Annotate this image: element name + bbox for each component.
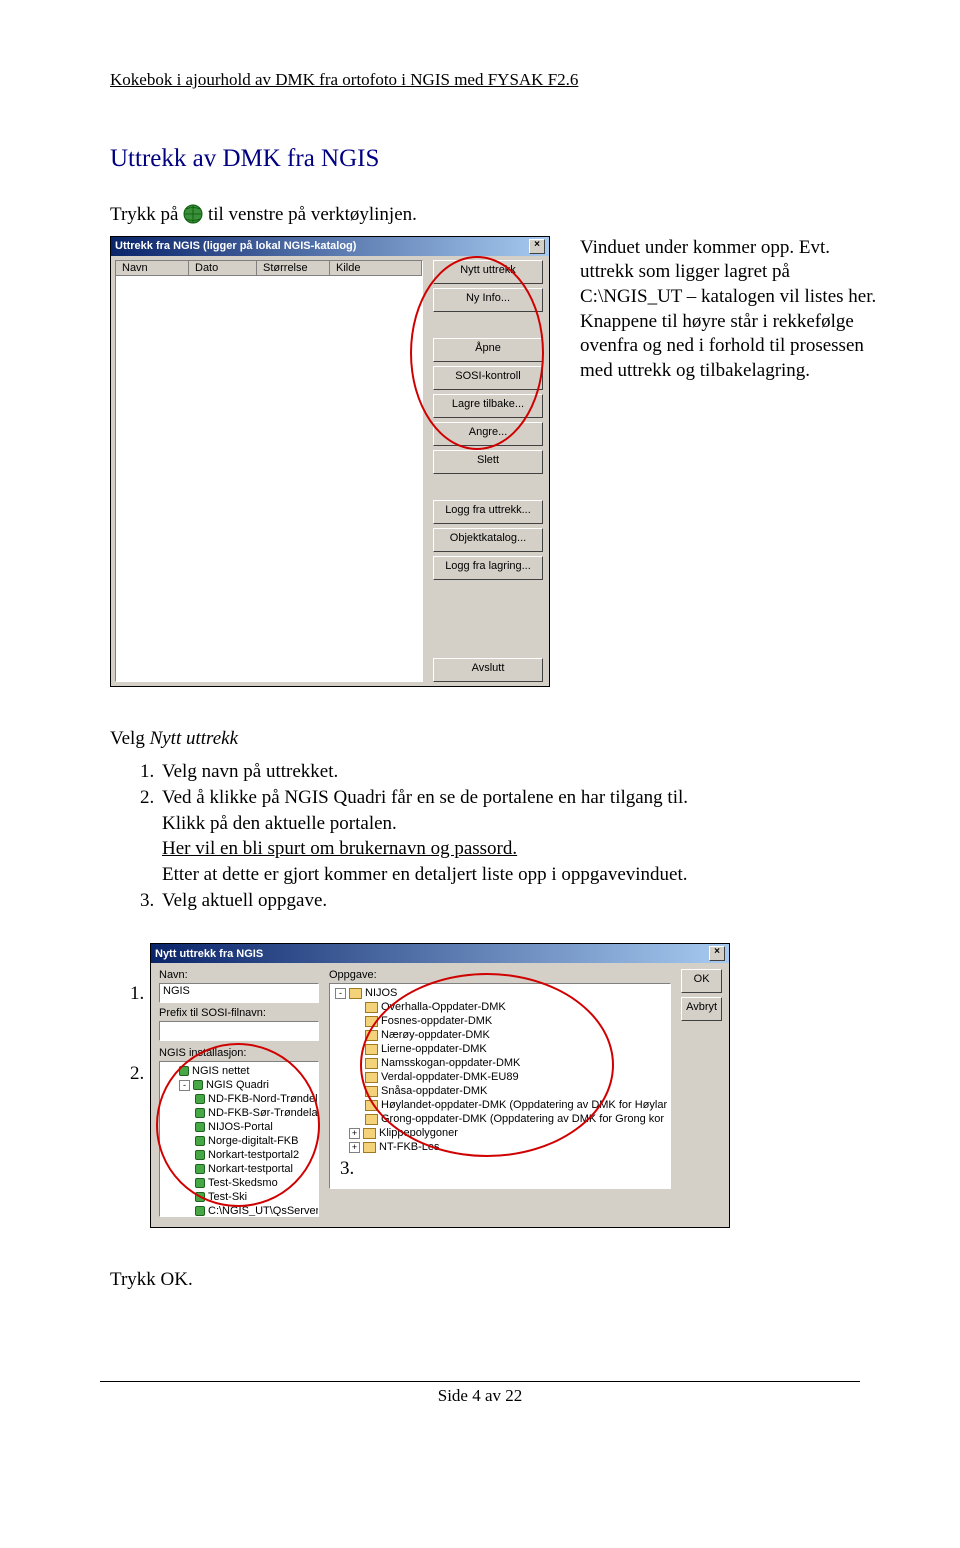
oppgave-label: Oppgave: — [329, 969, 671, 981]
apne-button[interactable]: Åpne — [433, 338, 543, 362]
right-paragraph: Vinduet under kommer opp. Evt. uttrekk s… — [580, 236, 880, 384]
tree-item[interactable]: Namsskogan-oppdater-DMK — [333, 1056, 667, 1070]
velg-text: Velg — [110, 728, 150, 749]
window-uttrekk-titlebar: Uttrekk fra NGIS (ligger på lokal NGIS-k… — [111, 237, 549, 256]
marker-1: 1. — [130, 983, 144, 1005]
logg-fra-uttrekk-button[interactable]: Logg fra uttrekk... — [433, 500, 543, 524]
list-header: Navn Dato Størrelse Kilde — [116, 261, 422, 276]
page-footer: Side 4 av 22 — [100, 1381, 860, 1406]
tree-item[interactable]: ND-FKB-Sør-Trøndelag — [163, 1106, 315, 1120]
slett-button[interactable]: Slett — [433, 450, 543, 474]
tree-item[interactable]: Fosnes-oppdater-DMK — [333, 1014, 667, 1028]
tree-item[interactable]: Norkart-testportal2 — [163, 1148, 315, 1162]
prefix-label: Prefix til SOSI-filnavn: — [159, 1007, 319, 1019]
close-icon[interactable]: × — [709, 946, 725, 961]
marker-2: 2. — [130, 1063, 144, 1085]
tree-item[interactable]: +Klippepolygoner — [333, 1126, 667, 1140]
step-3: Velg aktuell oppgave. — [162, 890, 327, 911]
col-navn[interactable]: Navn — [116, 261, 189, 275]
tree-item[interactable]: -NGIS Quadri — [163, 1078, 315, 1092]
nytt-uttrekk-italic: Nytt uttrekk — [150, 728, 238, 749]
tree-item[interactable]: Test-Ski — [163, 1190, 315, 1204]
ny-info-button[interactable]: Ny Info... — [433, 288, 543, 312]
prefix-input[interactable] — [159, 1021, 319, 1041]
step-1: Velg navn på uttrekket. — [162, 761, 338, 782]
step-2a: Ved å klikke på NGIS Quadri får en se de… — [162, 787, 688, 808]
navn-label: Navn: — [159, 969, 319, 981]
tree-item[interactable]: NIJOS-Portal — [163, 1120, 315, 1134]
trykk-ok-line: Trykk OK. — [110, 1268, 880, 1293]
window-nytt-uttrekk: Nytt uttrekk fra NGIS × Navn: NGIS Prefi… — [150, 943, 730, 1228]
tree-item[interactable]: Grong-oppdater-DMK (Oppdatering av DMK f… — [333, 1112, 667, 1126]
col-kilde[interactable]: Kilde — [330, 261, 422, 275]
step-2c: Her vil en bli spurt om brukernavn og pa… — [162, 838, 517, 859]
sosi-kontroll-button[interactable]: SOSI-kontroll — [433, 366, 543, 390]
tree-item[interactable]: ND-FKB-Nord-Trøndelag — [163, 1092, 315, 1106]
oppgave-tree[interactable]: -NIJOSOverhalla-Oppdater-DMKFosnes-oppda… — [329, 983, 671, 1189]
avbryt-button[interactable]: Avbryt — [681, 997, 722, 1021]
section-title: Uttrekk av DMK fra NGIS — [110, 145, 880, 173]
globe-icon — [183, 204, 203, 224]
nytt-uttrekk-button[interactable]: Nytt uttrekk — [433, 260, 543, 284]
steps-list: 1.Velg navn på uttrekket. 2.Ved å klikke… — [140, 759, 880, 913]
window-uttrekk: Uttrekk fra NGIS (ligger på lokal NGIS-k… — [110, 236, 550, 687]
avslutt-button[interactable]: Avslutt — [433, 658, 543, 682]
marker-3: 3. — [340, 1158, 354, 1180]
logg-fra-lagring-button[interactable]: Logg fra lagring... — [433, 556, 543, 580]
angre-button[interactable]: Angre... — [433, 422, 543, 446]
close-icon[interactable]: × — [529, 239, 545, 254]
tree-item[interactable]: Lierne-oppdater-DMK — [333, 1042, 667, 1056]
tree-item[interactable]: Nærøy-oppdater-DMK — [333, 1028, 667, 1042]
window-nytt-uttrekk-title: Nytt uttrekk fra NGIS — [155, 948, 263, 960]
step-2b: Klikk på den aktuelle portalen. — [162, 813, 397, 834]
inst-label: NGIS installasjon: — [159, 1047, 319, 1059]
window-uttrekk-title: Uttrekk fra NGIS (ligger på lokal NGIS-k… — [115, 240, 356, 252]
tree-item[interactable]: Norge-digitalt-FKB — [163, 1134, 315, 1148]
tree-item[interactable]: Norkart-testportal — [163, 1162, 315, 1176]
button-column: Nytt uttrekk Ny Info... Åpne SOSI-kontro… — [427, 256, 549, 686]
navn-input[interactable]: NGIS — [159, 983, 319, 1003]
page-header: Kokebok i ajourhold av DMK fra ortofoto … — [110, 70, 880, 90]
intro-text-a: Trykk på — [110, 204, 183, 225]
tree-item[interactable]: Verdal-oppdater-DMK-EU89 — [333, 1070, 667, 1084]
intro-text-b: til venstre på verktøylinjen. — [208, 204, 417, 225]
ok-button[interactable]: OK — [681, 969, 722, 993]
tree-item[interactable]: +NT-FKB-Les — [333, 1140, 667, 1154]
tree-root[interactable]: -NIJOS — [333, 986, 667, 1000]
left-col: Navn: NGIS Prefix til SOSI-filnavn: NGIS… — [159, 969, 319, 1217]
installasjon-tree[interactable]: NGIS nettet-NGIS QuadriND-FKB-Nord-Trønd… — [159, 1061, 319, 1217]
col-dato[interactable]: Dato — [189, 261, 257, 275]
intro-line: Trykk på til venstre på verktøylinjen. — [110, 203, 880, 228]
velg-nytt-uttrekk-line: Velg Nytt uttrekk — [110, 727, 880, 752]
uttrekk-list[interactable]: Navn Dato Størrelse Kilde — [115, 260, 423, 682]
col-storrelse[interactable]: Størrelse — [257, 261, 330, 275]
tree-item[interactable]: Høylandet-oppdater-DMK (Oppdatering av D… — [333, 1098, 667, 1112]
tree-item[interactable]: Overhalla-Oppdater-DMK — [333, 1000, 667, 1014]
tree-item[interactable]: NGIS nettet — [163, 1064, 315, 1078]
right-col: OK Avbryt — [681, 969, 722, 1021]
step-2d: Etter at dette er gjort kommer en detalj… — [162, 864, 688, 885]
lagre-tilbake-button[interactable]: Lagre tilbake... — [433, 394, 543, 418]
objektkatalog-button[interactable]: Objektkatalog... — [433, 528, 543, 552]
tree-item[interactable]: C:\NGIS_UT\QsServerLis — [163, 1204, 315, 1217]
tree-item[interactable]: Test-Skedsmo — [163, 1176, 315, 1190]
tree-item[interactable]: Snåsa-oppdater-DMK — [333, 1084, 667, 1098]
window-nytt-uttrekk-titlebar: Nytt uttrekk fra NGIS × — [151, 944, 729, 963]
mid-col: Oppgave: -NIJOSOverhalla-Oppdater-DMKFos… — [329, 969, 671, 1189]
